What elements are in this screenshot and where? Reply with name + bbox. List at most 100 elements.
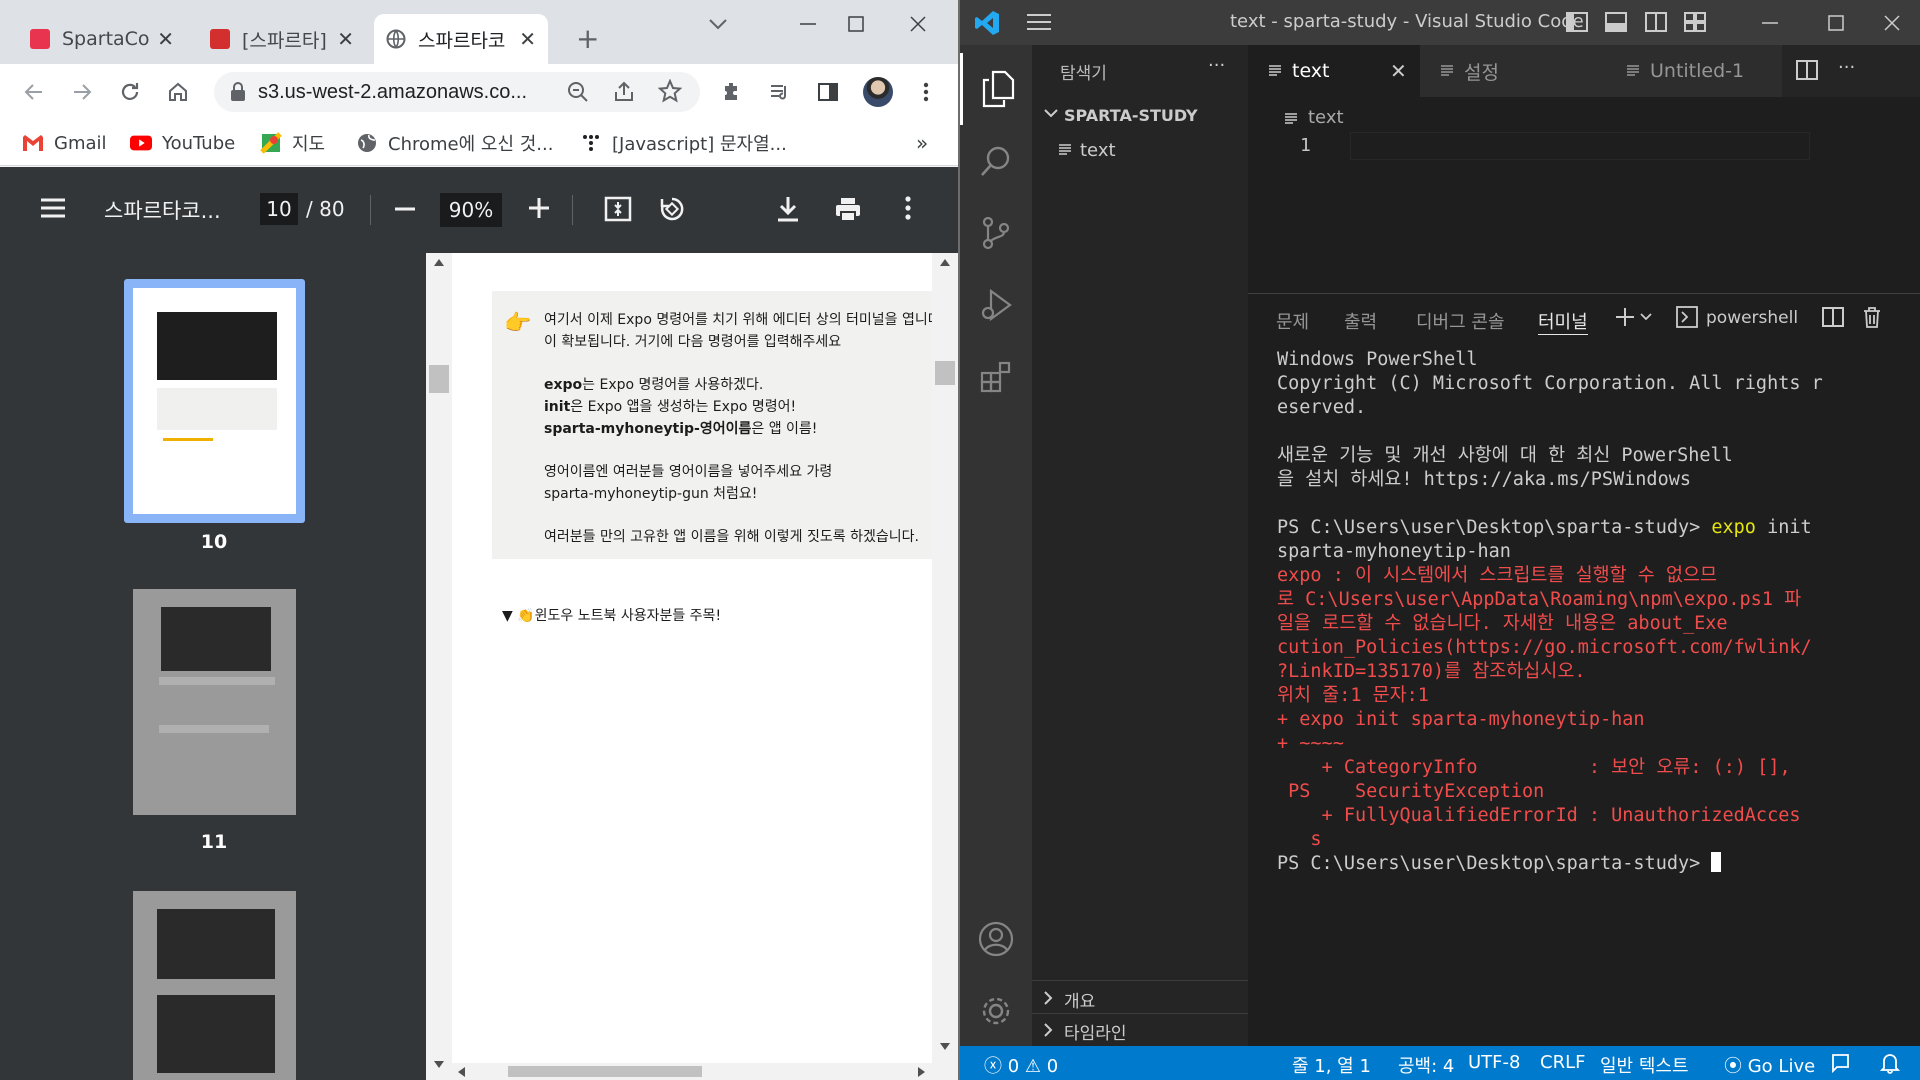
terminal-shell-label[interactable]: powershell [1706, 308, 1798, 328]
editor-more-button[interactable]: ··· [1838, 57, 1855, 78]
pdf-sidebar-menu-icon[interactable] [40, 197, 66, 219]
bookmark-gmail[interactable]: Gmail [22, 128, 107, 158]
media-control-icon[interactable] [764, 76, 796, 108]
eol-status[interactable]: CRLF [1540, 1052, 1585, 1073]
side-panel-icon[interactable] [812, 76, 844, 108]
panel-tab-problems[interactable]: 문제 [1276, 308, 1309, 334]
close-window-button[interactable] [898, 10, 938, 38]
terminal-output[interactable]: Windows PowerShell Copyright (C) Microsof… [1277, 348, 1907, 876]
settings-gear-icon[interactable] [960, 975, 1032, 1047]
home-icon[interactable] [162, 76, 194, 108]
terminal-dropdown-icon[interactable] [1640, 312, 1652, 322]
scrollbar-thumb[interactable] [508, 1066, 702, 1077]
browser-tab-spartacode[interactable]: SpartaCod ✕ [18, 14, 186, 64]
chrome-menu-icon[interactable] [910, 76, 942, 108]
url-text[interactable]: s3.us-west-2.amazonaws.co... [258, 81, 568, 104]
indentation-status[interactable]: 공백: 4 [1398, 1052, 1454, 1078]
accounts-icon[interactable] [960, 903, 1032, 975]
file-item-text[interactable]: text [1052, 137, 1248, 165]
scroll-left-arrow-icon[interactable] [458, 1067, 465, 1077]
thumbnail-scrollbar[interactable] [426, 253, 452, 1080]
share-icon[interactable] [612, 80, 636, 104]
source-control-icon[interactable] [960, 197, 1032, 269]
editor-tab-untitled[interactable]: Untitled-1 [1606, 45, 1782, 97]
extensions-icon[interactable] [716, 76, 748, 108]
zoom-in-icon[interactable] [528, 197, 550, 219]
new-tab-button[interactable]: + [576, 22, 599, 55]
kill-terminal-trash-icon[interactable] [1862, 306, 1882, 328]
current-line-highlight[interactable] [1350, 132, 1810, 160]
search-icon[interactable] [960, 125, 1032, 197]
problems-status[interactable]: ⓧ 0 ⚠ 0 [984, 1052, 1058, 1078]
close-tab-icon[interactable]: ✕ [157, 27, 174, 51]
toggle-secondary-sidebar-icon[interactable] [1645, 12, 1667, 32]
timeline-section[interactable]: 타임라인 [1040, 1017, 1248, 1044]
lock-icon[interactable] [230, 82, 246, 102]
editor-tab-text[interactable]: text ✕ [1248, 45, 1420, 97]
address-bar[interactable]: s3.us-west-2.amazonaws.co... [214, 72, 700, 112]
pdf-thumbnail-sidebar[interactable]: 10 11 [0, 253, 426, 1080]
back-icon[interactable] [18, 76, 50, 108]
extensions-icon[interactable] [960, 341, 1032, 413]
close-tab-icon[interactable]: ✕ [519, 27, 536, 51]
split-editor-icon[interactable] [1796, 59, 1818, 81]
browser-tab-sparta[interactable]: [스파르타] ✕ [198, 14, 366, 64]
bookmark-star-icon[interactable] [658, 79, 682, 103]
toggle-windows-users[interactable]: ▼ 👏윈도우 노트북 사용자분들 주목! [502, 605, 721, 625]
customize-layout-icon[interactable] [1684, 12, 1706, 32]
pdf-more-icon[interactable] [904, 195, 912, 221]
rotate-icon[interactable] [658, 195, 686, 223]
zoom-out-icon[interactable] [394, 207, 416, 211]
cursor-position[interactable]: 줄 1, 열 1 [1292, 1052, 1371, 1078]
print-icon[interactable] [834, 195, 862, 223]
scrollbar-thumb[interactable] [935, 361, 955, 385]
bookmark-maps[interactable]: 지도 [260, 128, 325, 158]
download-icon[interactable] [776, 195, 800, 223]
pdf-page-input[interactable]: 10 [260, 193, 298, 225]
profile-avatar[interactable] [862, 76, 894, 108]
toggle-primary-sidebar-icon[interactable] [1566, 12, 1588, 32]
scroll-up-arrow-icon[interactable] [434, 259, 444, 266]
close-tab-icon[interactable]: ✕ [1390, 59, 1407, 83]
scroll-up-arrow-icon[interactable] [940, 259, 950, 266]
go-live-button[interactable]: ⦿ Go Live [1724, 1052, 1815, 1078]
outline-section[interactable]: 개요 [1040, 985, 1248, 1012]
fit-page-icon[interactable] [604, 195, 632, 223]
panel-tab-terminal[interactable]: 터미널 [1538, 308, 1588, 334]
explorer-more-button[interactable]: ··· [1208, 55, 1225, 76]
zoom-icon[interactable] [566, 80, 590, 104]
thumbnail-page-12[interactable] [133, 891, 296, 1080]
vscode-close-button[interactable] [1872, 10, 1912, 36]
tab-search-icon[interactable] [706, 14, 730, 34]
vscode-minimize-button[interactable] [1750, 10, 1790, 36]
folder-sparta-study[interactable]: SPARTA-STUDY [1040, 103, 1248, 129]
close-tab-icon[interactable]: ✕ [337, 27, 354, 51]
run-debug-icon[interactable] [960, 269, 1032, 341]
horizontal-scrollbar[interactable] [452, 1063, 932, 1080]
scroll-down-arrow-icon[interactable] [434, 1061, 444, 1068]
forward-icon[interactable] [66, 76, 98, 108]
bookmark-javascript[interactable]: [Javascript] 문자열... [580, 128, 787, 158]
scroll-down-arrow-icon[interactable] [940, 1043, 950, 1050]
maximize-button[interactable] [836, 10, 876, 38]
feedback-icon[interactable] [1830, 1052, 1852, 1074]
panel-tab-output[interactable]: 출력 [1344, 308, 1377, 334]
scroll-right-arrow-icon[interactable] [918, 1067, 925, 1077]
application-menu-icon[interactable] [1026, 12, 1052, 32]
zoom-level-input[interactable]: 90% [440, 193, 502, 227]
bookmark-youtube[interactable]: YouTube [130, 128, 235, 158]
panel-tab-debug-console[interactable]: 디버그 콘솔 [1416, 308, 1505, 334]
bookmarks-overflow-button[interactable]: » [916, 128, 928, 158]
pdf-page-view[interactable]: 👉 여기서 이제 Expo 명령어를 치기 위해 에디터 상의 터미널을 엽니다… [426, 253, 958, 1080]
page-scrollbar[interactable] [932, 253, 958, 1080]
browser-tab-pdf[interactable]: 스파르타코 ✕ [374, 14, 548, 64]
scrollbar-thumb[interactable] [429, 365, 449, 393]
split-terminal-icon[interactable] [1822, 306, 1844, 328]
thumbnail-page-10[interactable] [133, 288, 296, 514]
vscode-maximize-button[interactable] [1816, 10, 1856, 36]
encoding-status[interactable]: UTF-8 [1468, 1052, 1520, 1073]
explorer-icon[interactable] [960, 53, 1032, 125]
reload-icon[interactable] [114, 76, 146, 108]
thumbnail-page-11[interactable] [133, 589, 296, 815]
new-terminal-icon[interactable] [1614, 306, 1636, 328]
